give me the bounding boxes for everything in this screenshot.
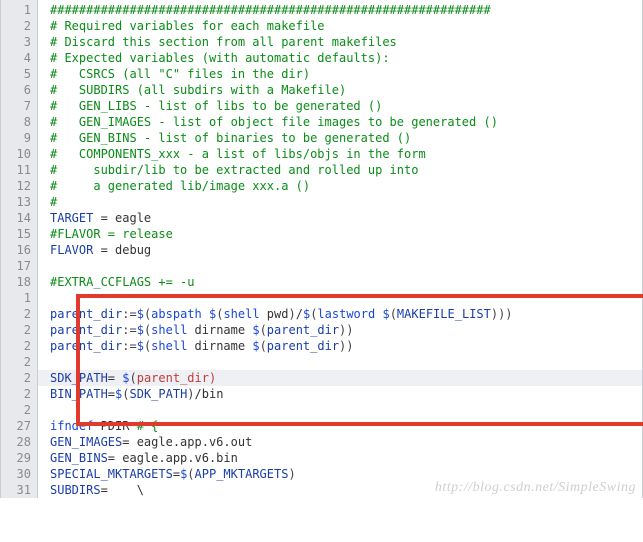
- code-line: FLAVOR = debug: [38, 242, 642, 258]
- code-line: #FLAVOR = release: [38, 226, 642, 242]
- code-line: # COMPONENTS_xxx - a list of libs/objs i…: [38, 146, 642, 162]
- line-number: 2: [1, 18, 37, 34]
- line-number: 27: [1, 418, 37, 434]
- line-number: 11: [1, 162, 37, 178]
- line-number: 1: [1, 290, 37, 306]
- line-number: 2: [1, 338, 37, 354]
- code-line: #: [38, 194, 642, 210]
- line-number: 8: [1, 114, 37, 130]
- code-line: [38, 402, 642, 418]
- code-line: # SUBDIRS (all subdirs with a Makefile): [38, 82, 642, 98]
- line-number: 13: [1, 194, 37, 210]
- line-number: 2: [1, 386, 37, 402]
- code-line: parent_dir:=$(shell dirname $(parent_dir…: [38, 322, 642, 338]
- code-line: [38, 290, 642, 306]
- line-number: 2: [1, 402, 37, 418]
- line-number: 29: [1, 450, 37, 466]
- code-line: SPECIAL_MKTARGETS=$(APP_MKTARGETS): [38, 466, 642, 482]
- code-editor: 1234567891011121314151617181222222227282…: [0, 0, 643, 498]
- line-number-gutter: 1234567891011121314151617181222222227282…: [0, 0, 38, 498]
- code-line: [38, 354, 642, 370]
- code-line: # GEN_LIBS - list of libs to be generate…: [38, 98, 642, 114]
- code-line: # Discard this section from all parent m…: [38, 34, 642, 50]
- line-number: 1: [1, 2, 37, 18]
- code-line: #EXTRA_CCFLAGS += -u: [38, 274, 642, 290]
- code-line: # Required variables for each makefile: [38, 18, 642, 34]
- code-line: GEN_BINS= eagle.app.v6.bin: [38, 450, 642, 466]
- line-number: 30: [1, 466, 37, 482]
- code-line: parent_dir:=$(abspath $(shell pwd)/$(las…: [38, 306, 642, 322]
- code-line: # GEN_IMAGES - list of object file image…: [38, 114, 642, 130]
- line-number: 2: [1, 370, 37, 386]
- line-number: 16: [1, 242, 37, 258]
- code-line: ifndef PDIR # {: [38, 418, 642, 434]
- line-number: 14: [1, 210, 37, 226]
- line-number: 6: [1, 82, 37, 98]
- line-number: 9: [1, 130, 37, 146]
- code-line: SUBDIRS= \: [38, 482, 642, 498]
- line-number: 5: [1, 66, 37, 82]
- line-number: 3: [1, 34, 37, 50]
- code-line: TARGET = eagle: [38, 210, 642, 226]
- code-line: GEN_IMAGES= eagle.app.v6.out: [38, 434, 642, 450]
- code-line: # CSRCS (all "C" files in the dir): [38, 66, 642, 82]
- code-line: BIN_PATH=$(SDK_PATH)/bin: [38, 386, 642, 402]
- code-line: # GEN_BINS - list of binaries to be gene…: [38, 130, 642, 146]
- code-line: parent_dir:=$(shell dirname $(parent_dir…: [38, 338, 642, 354]
- line-number: 15: [1, 226, 37, 242]
- code-line: [38, 258, 642, 274]
- line-number: 10: [1, 146, 37, 162]
- line-number: 2: [1, 322, 37, 338]
- line-number: 12: [1, 178, 37, 194]
- code-line: SDK_PATH= $(parent_dir): [38, 370, 642, 386]
- line-number: 17: [1, 258, 37, 274]
- code-line: # Expected variables (with automatic def…: [38, 50, 642, 66]
- line-number: 2: [1, 354, 37, 370]
- code-line: # a generated lib/image xxx.a (): [38, 178, 642, 194]
- line-number: 31: [1, 482, 37, 498]
- line-number: 28: [1, 434, 37, 450]
- line-number: 7: [1, 98, 37, 114]
- line-number: 4: [1, 50, 37, 66]
- code-line: ########################################…: [38, 2, 642, 18]
- line-number: 2: [1, 306, 37, 322]
- code-line: # subdir/lib to be extracted and rolled …: [38, 162, 642, 178]
- line-number: 18: [1, 274, 37, 290]
- code-area: http://blog.csdn.net/SimpleSwing #######…: [38, 0, 643, 498]
